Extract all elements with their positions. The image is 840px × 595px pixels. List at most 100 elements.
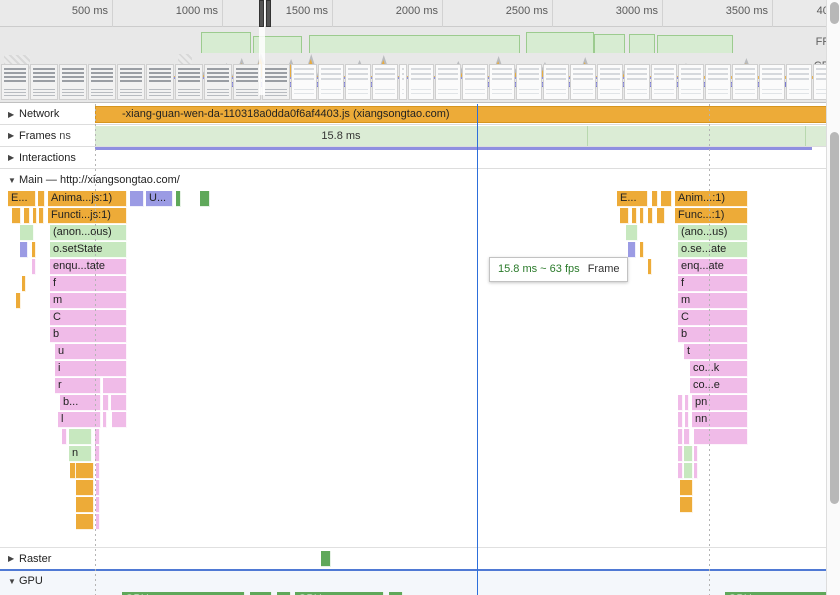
- flame-bar[interactable]: [20, 225, 34, 241]
- track-raster[interactable]: ▶ Raster: [0, 547, 826, 569]
- flame-bar[interactable]: Anima...js:1): [48, 191, 127, 207]
- filmstrip-frame[interactable]: [233, 64, 261, 100]
- filmstrip-frame[interactable]: [117, 64, 145, 100]
- track-header-main[interactable]: ▼ Main — http://xiangsongtao.com/: [0, 169, 220, 191]
- flame-bar[interactable]: [626, 225, 638, 241]
- frame-cell[interactable]: [588, 126, 806, 146]
- flame-bar[interactable]: [176, 191, 181, 207]
- flame-bar[interactable]: [130, 191, 144, 207]
- flame-bar[interactable]: C: [678, 310, 748, 326]
- flame-bar[interactable]: [640, 242, 644, 258]
- track-header-raster[interactable]: ▶ Raster: [0, 548, 95, 569]
- flame-bar[interactable]: u: [55, 344, 127, 360]
- flame-bar[interactable]: [32, 242, 36, 258]
- raster-task[interactable]: [321, 551, 331, 567]
- filmstrip-frame[interactable]: [570, 64, 596, 100]
- track-area[interactable]: ▶ Network -xiang-guan-wen-da-110318a0dda…: [0, 104, 840, 595]
- flame-bar[interactable]: i: [55, 361, 127, 377]
- flame-bar[interactable]: [76, 497, 94, 513]
- flame-bar[interactable]: Anim...:1): [675, 191, 748, 207]
- flame-bar[interactable]: [685, 412, 689, 428]
- track-header-interactions[interactable]: ▶ Interactions: [0, 147, 95, 168]
- filmstrip-frame[interactable]: [705, 64, 731, 100]
- track-header-network[interactable]: ▶ Network: [0, 104, 95, 124]
- flame-bar[interactable]: [33, 208, 37, 224]
- flame-bar[interactable]: [678, 395, 683, 411]
- filmstrip-frame[interactable]: [291, 64, 317, 100]
- flame-bar[interactable]: [103, 378, 127, 394]
- flame-bar[interactable]: [24, 208, 30, 224]
- flame-bar[interactable]: pn: [692, 395, 748, 411]
- filmstrip-frame[interactable]: [88, 64, 116, 100]
- flame-bar[interactable]: U...: [146, 191, 173, 207]
- flame-bar[interactable]: [32, 259, 36, 275]
- flame-bar[interactable]: [103, 395, 109, 411]
- flame-bar[interactable]: f: [50, 276, 127, 292]
- vertical-scrollbar[interactable]: [826, 0, 840, 595]
- flame-bar[interactable]: (anon...ous): [50, 225, 127, 241]
- flame-bar[interactable]: b: [50, 327, 127, 343]
- main-flame-chart[interactable]: E... Anima...js:1) U... Functi...js:1) (anon…: [0, 191, 826, 568]
- filmstrip-frame[interactable]: [345, 64, 371, 100]
- flame-bar[interactable]: [694, 446, 698, 462]
- flame-bar[interactable]: nn: [692, 412, 748, 428]
- flame-bar[interactable]: co...k: [690, 361, 748, 377]
- flame-bar[interactable]: [678, 446, 683, 462]
- flame-bar[interactable]: [62, 429, 67, 445]
- flame-bar[interactable]: [16, 293, 21, 309]
- flame-bar[interactable]: [694, 429, 748, 445]
- scrollbar-thumb-tracks[interactable]: [830, 132, 839, 504]
- flame-bar[interactable]: [69, 429, 92, 445]
- scrollbar-thumb-overview[interactable]: [830, 2, 839, 24]
- filmstrip-frame[interactable]: [759, 64, 785, 100]
- filmstrip-frame[interactable]: [262, 64, 290, 100]
- track-network[interactable]: ▶ Network -xiang-guan-wen-da-110318a0dda…: [0, 104, 826, 125]
- chevron-right-icon[interactable]: ▶: [8, 110, 19, 119]
- flame-bar[interactable]: m: [678, 293, 748, 309]
- filmstrip-frame[interactable]: [597, 64, 623, 100]
- filmstrip-frame[interactable]: [408, 64, 434, 100]
- filmstrip-frame[interactable]: [732, 64, 758, 100]
- flame-bar[interactable]: [200, 191, 210, 207]
- flame-bar[interactable]: [620, 208, 629, 224]
- flame-bar[interactable]: C: [50, 310, 127, 326]
- flame-bar[interactable]: [684, 429, 690, 445]
- flame-bar[interactable]: [684, 446, 693, 462]
- filmstrip-frame[interactable]: [372, 64, 398, 100]
- track-body-interactions[interactable]: [95, 147, 812, 168]
- flame-bar[interactable]: E...: [617, 191, 648, 207]
- flame-bar[interactable]: Func...:1): [675, 208, 748, 224]
- flame-bar[interactable]: [678, 429, 683, 445]
- flame-bar[interactable]: [111, 395, 127, 411]
- flame-bar[interactable]: [103, 412, 107, 428]
- gpu-flame-chart[interactable]: GPUGPUGPU: [0, 591, 826, 595]
- filmstrip-frame[interactable]: [30, 64, 58, 100]
- chevron-down-icon[interactable]: ▼: [8, 176, 19, 185]
- selection-handle-right[interactable]: [266, 0, 271, 27]
- flame-bar[interactable]: [76, 514, 94, 530]
- flame-bar[interactable]: enq...ate: [678, 259, 748, 275]
- flame-bar[interactable]: [680, 480, 693, 496]
- flame-bar[interactable]: f: [678, 276, 748, 292]
- flame-bar[interactable]: o.se...ate: [678, 242, 748, 258]
- flame-bar[interactable]: [680, 497, 693, 513]
- flame-bar[interactable]: [112, 412, 127, 428]
- filmstrip-frame[interactable]: [462, 64, 488, 100]
- flame-bar[interactable]: [76, 463, 94, 479]
- flame-bar[interactable]: [628, 242, 636, 258]
- flame-bar[interactable]: [657, 208, 665, 224]
- track-gpu[interactable]: ▼ GPU: [0, 569, 826, 591]
- filmstrip-frame[interactable]: [175, 64, 203, 100]
- flame-bar[interactable]: [678, 463, 683, 479]
- network-request-bar[interactable]: -xiang-guan-wen-da-110318a0dda0f6af4403.…: [95, 106, 840, 123]
- filmstrip-frame[interactable]: [489, 64, 515, 100]
- flame-bar[interactable]: [39, 208, 44, 224]
- flame-bar[interactable]: [648, 259, 652, 275]
- chevron-right-icon[interactable]: ▶: [8, 554, 19, 563]
- filmstrip-frame[interactable]: [59, 64, 87, 100]
- flame-bar[interactable]: [76, 480, 94, 496]
- flame-bar[interactable]: [684, 463, 693, 479]
- flame-bar[interactable]: [22, 276, 26, 292]
- filmstrip-frame[interactable]: [399, 64, 407, 100]
- flame-bar[interactable]: n: [69, 446, 92, 462]
